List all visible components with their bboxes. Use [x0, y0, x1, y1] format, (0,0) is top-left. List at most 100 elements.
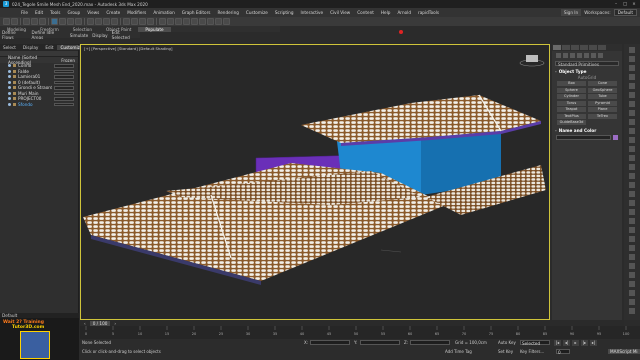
menu-graph-editors[interactable]: Graph Editors [179, 10, 214, 15]
next-frame-icon[interactable]: |▸ [581, 340, 588, 346]
menu-civil-view[interactable]: Civil View [327, 10, 353, 15]
menu-edit[interactable]: Edit [32, 10, 46, 15]
tool-icon[interactable] [629, 74, 635, 80]
auto-key-button[interactable]: Auto Key [498, 340, 516, 345]
eye-icon[interactable] [8, 64, 11, 68]
explorer-tab-select[interactable]: Select [0, 45, 19, 50]
cameras-icon[interactable] [577, 53, 582, 58]
hierarchy-tab-icon[interactable] [571, 45, 579, 50]
menu-views[interactable]: Views [84, 10, 102, 15]
eye-icon[interactable] [8, 75, 11, 79]
menu-rendering[interactable]: Rendering [215, 10, 242, 15]
primitive-type-dropdown[interactable]: Standard Primitives [555, 61, 619, 67]
tool-icon[interactable] [629, 272, 635, 278]
tool-icon[interactable] [629, 128, 635, 134]
box-button[interactable]: Box [557, 81, 586, 86]
tool-icon[interactable] [629, 92, 635, 98]
key-filter-dropdown[interactable]: Selected [520, 340, 550, 346]
material-editor-icon[interactable] [199, 18, 206, 25]
tool-icon[interactable] [629, 200, 635, 206]
item-dropdown[interactable] [54, 86, 74, 90]
snap-toggle-icon[interactable] [123, 18, 130, 25]
define-idle-areas-button[interactable]: Define Idle Areas [30, 30, 68, 40]
sign-in-button[interactable]: Sign In [560, 9, 582, 16]
tool-icon[interactable] [629, 236, 635, 242]
eye-icon[interactable] [8, 80, 11, 84]
explorer-tab-display[interactable]: Display [20, 45, 41, 50]
display-button[interactable]: Display [90, 33, 109, 38]
define-flows-button[interactable]: Define Flows [0, 30, 30, 40]
eye-icon[interactable] [8, 102, 11, 106]
tool-icon[interactable] [629, 227, 635, 233]
close-icon[interactable]: × [631, 1, 637, 7]
menu-interactive[interactable]: Interactive [298, 10, 327, 15]
helpers-icon[interactable] [584, 53, 589, 58]
menu-animation[interactable]: Animation [150, 10, 177, 15]
item-dropdown[interactable] [54, 75, 74, 79]
list-item[interactable]: Sfondo [0, 102, 78, 108]
go-to-end-icon[interactable]: ▸| [590, 340, 597, 346]
select-by-name-icon[interactable] [59, 18, 66, 25]
viewport-label[interactable]: [+] [Perspective] [Standard] [Default Sh… [84, 46, 172, 51]
menu-modifiers[interactable]: Modifiers [124, 10, 149, 15]
tube-button[interactable]: Tube [588, 94, 617, 99]
slider-next-icon[interactable]: › [114, 321, 116, 326]
y-field[interactable] [360, 340, 400, 345]
menu-tools[interactable]: Tools [47, 10, 63, 15]
tool-icon[interactable] [629, 254, 635, 260]
menu-customize[interactable]: Customize [243, 10, 271, 15]
window-crossing-icon[interactable] [75, 18, 82, 25]
systems-icon[interactable] [598, 53, 603, 58]
column-frozen[interactable]: Frozen [61, 58, 75, 63]
undo-icon[interactable] [3, 18, 10, 25]
tool-icon[interactable] [629, 263, 635, 269]
name-color-rollout[interactable]: - Name and Color [555, 128, 619, 133]
slider-prev-icon[interactable]: ‹ [84, 321, 86, 326]
eye-icon[interactable] [8, 69, 11, 73]
tool-icon[interactable] [629, 56, 635, 62]
track-bar[interactable]: 0 5 10 15 20 25 30 35 40 45 50 55 60 65 70 75 80 85 90 95 10… [80, 326, 640, 339]
guidebase-button[interactable]: GuideBase3d [557, 120, 586, 125]
menu-content[interactable]: Content [354, 10, 377, 15]
set-key-button[interactable]: Set Key [498, 349, 513, 354]
move-icon[interactable] [87, 18, 94, 25]
modify-tab-icon[interactable] [562, 45, 570, 50]
tool-icon[interactable] [629, 137, 635, 143]
render-setup-icon[interactable] [207, 18, 214, 25]
tool-icon[interactable] [629, 299, 635, 305]
textplus-button[interactable]: TextPlus [557, 113, 586, 119]
tab-populate[interactable]: Populate [138, 26, 171, 32]
tool-icon[interactable] [629, 101, 635, 107]
z-field[interactable] [410, 340, 450, 345]
eye-icon[interactable] [8, 86, 11, 90]
item-dropdown[interactable] [54, 91, 74, 95]
pyramid-button[interactable]: Pyramid [588, 100, 617, 106]
viewport-scene[interactable] [81, 45, 549, 319]
object-type-rollout[interactable]: - Object Type [555, 69, 619, 74]
go-to-start-icon[interactable]: |◂ [554, 340, 561, 346]
menu-file[interactable]: File [18, 10, 31, 15]
item-dropdown[interactable] [54, 69, 74, 73]
item-dropdown[interactable] [54, 97, 74, 101]
geosphere-button[interactable]: GeoSphere [588, 87, 617, 93]
redo-icon[interactable] [11, 18, 18, 25]
tetrex-button[interactable]: TeTrex [588, 113, 617, 119]
lights-icon[interactable] [570, 53, 575, 58]
space-warps-icon[interactable] [591, 53, 596, 58]
create-tab-icon[interactable] [553, 45, 561, 50]
display-tab-icon[interactable] [589, 45, 597, 50]
menu-help[interactable]: Help [378, 10, 394, 15]
align-icon[interactable] [167, 18, 174, 25]
geometry-icon[interactable] [556, 53, 561, 58]
play-icon[interactable]: ▸ [572, 340, 579, 346]
x-field[interactable] [310, 340, 350, 345]
menu-arnold[interactable]: Arnold [394, 10, 414, 15]
maxscript-listener-button[interactable]: MAXScript Mi [608, 349, 640, 354]
spinner-snap-icon[interactable] [147, 18, 154, 25]
bind-space-warp-icon[interactable] [39, 18, 46, 25]
tool-icon[interactable] [629, 281, 635, 287]
tab-selection[interactable]: Selection [66, 27, 99, 32]
plane-button[interactable]: Plane [588, 107, 617, 112]
simulate-button[interactable]: Simulate [68, 33, 91, 38]
curve-editor-icon[interactable] [183, 18, 190, 25]
